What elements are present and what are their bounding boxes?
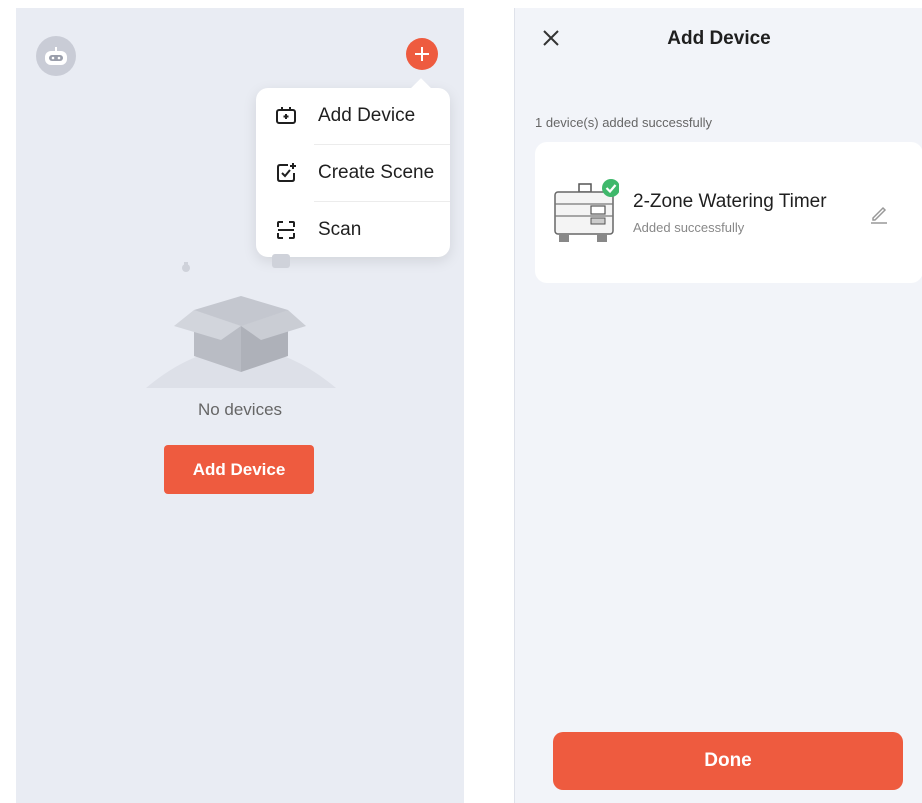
create-scene-icon bbox=[272, 159, 300, 187]
device-status: Added successfully bbox=[633, 220, 745, 235]
scan-icon bbox=[272, 216, 300, 244]
add-device-button[interactable]: Add Device bbox=[164, 445, 314, 494]
menu-item-add-device[interactable]: Add Device bbox=[256, 88, 450, 144]
menu-item-create-scene[interactable]: Create Scene bbox=[256, 145, 450, 201]
menu-item-label: Create Scene bbox=[318, 162, 435, 183]
empty-state-text: No devices bbox=[197, 400, 283, 419]
pencil-icon bbox=[871, 206, 887, 224]
home-screen: Add Device Create Scene Scan No devices … bbox=[16, 8, 464, 803]
edit-device-name-button[interactable] bbox=[867, 202, 891, 226]
watering-timer-device-icon bbox=[554, 179, 619, 242]
page-title: Add Device bbox=[667, 28, 771, 49]
plus-icon bbox=[415, 47, 429, 61]
add-popup-menu: Add Device Create Scene Scan bbox=[256, 88, 450, 257]
menu-item-label: Scan bbox=[318, 219, 362, 240]
device-card: 2-Zone Watering Timer Added successfully bbox=[535, 142, 922, 283]
empty-box-illustration-icon bbox=[146, 254, 336, 388]
menu-item-label: Add Device bbox=[318, 105, 416, 126]
robot-avatar-icon bbox=[45, 47, 67, 65]
add-menu-button[interactable] bbox=[406, 38, 438, 70]
device-name: 2-Zone Watering Timer bbox=[633, 191, 827, 212]
avatar[interactable] bbox=[36, 36, 76, 76]
add-device-icon bbox=[272, 102, 300, 130]
add-device-screen: Add Device 1 device(s) added successfull… bbox=[514, 8, 922, 803]
done-button[interactable]: Done bbox=[553, 732, 903, 790]
added-count-message: 1 device(s) added successfully bbox=[535, 115, 713, 130]
